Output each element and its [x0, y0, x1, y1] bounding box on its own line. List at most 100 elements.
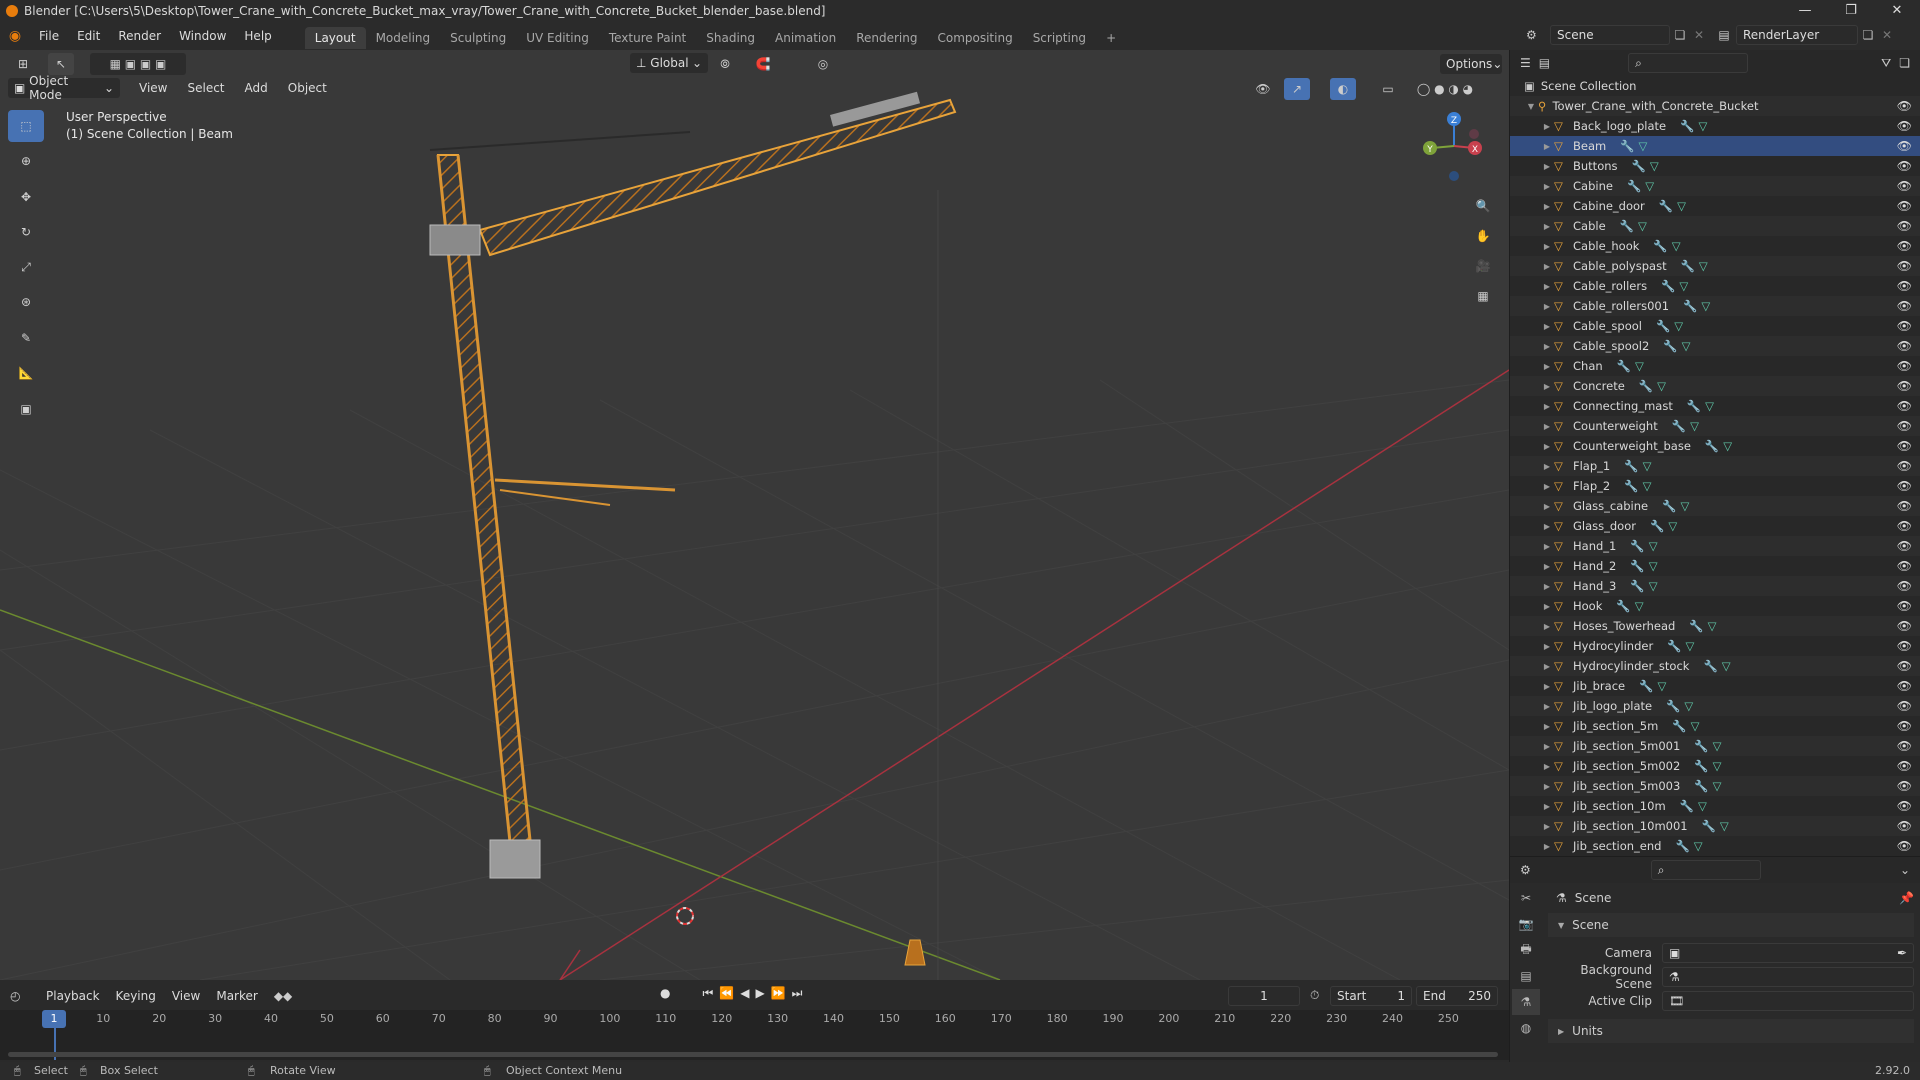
expand-arrow-icon[interactable]: ▶ — [1540, 242, 1554, 251]
add-cube-tool-icon[interactable]: ▣ — [8, 393, 44, 425]
modifier-icon[interactable]: 🔧 — [1639, 379, 1653, 393]
eye-icon[interactable]: 👁 — [1897, 439, 1912, 453]
outliner-object-row[interactable]: ▶ ▽ Cable_polyspast 🔧 ▽ 👁 — [1510, 256, 1920, 276]
mesh-data-icon[interactable]: ▽ — [1643, 459, 1652, 473]
eye-icon[interactable]: 👁 — [1897, 759, 1912, 773]
modifier-icon[interactable]: 🔧 — [1627, 179, 1641, 193]
mesh-data-icon[interactable]: ▽ — [1713, 759, 1722, 773]
mesh-data-icon[interactable]: ▽ — [1639, 139, 1648, 153]
expand-arrow-icon[interactable]: ▶ — [1540, 422, 1554, 431]
menu-edit[interactable]: Edit — [68, 22, 109, 50]
display-mode-icon[interactable]: ▤ — [1539, 56, 1550, 70]
modifier-icon[interactable]: 🔧 — [1675, 839, 1689, 853]
outliner-object-row[interactable]: ▶ ▽ Jib_section_10m001 🔧 ▽ 👁 — [1510, 816, 1920, 836]
modifier-icon[interactable]: 🔧 — [1694, 759, 1708, 773]
mesh-data-icon[interactable]: ▽ — [1643, 479, 1652, 493]
eye-icon[interactable]: 👁 — [1897, 739, 1912, 753]
modifier-icon[interactable]: 🔧 — [1653, 239, 1667, 253]
tab-texture-paint[interactable]: Texture Paint — [599, 27, 696, 49]
pin-icon[interactable]: 📌 — [1899, 891, 1914, 905]
menu-file[interactable]: File — [30, 22, 68, 50]
menu-window[interactable]: Window — [170, 22, 235, 50]
expand-arrow-icon[interactable]: ▶ — [1540, 162, 1554, 171]
modifier-icon[interactable]: 🔧 — [1666, 699, 1680, 713]
timeline-menu-view[interactable]: View — [166, 986, 206, 1006]
eye-icon[interactable]: 👁 — [1897, 199, 1912, 213]
eyedropper-icon[interactable]: ✒ — [1897, 946, 1907, 960]
expand-arrow-icon[interactable]: ▶ — [1540, 642, 1554, 651]
tool-tab-icon[interactable]: ✂ — [1512, 885, 1540, 911]
mesh-data-icon[interactable]: ▽ — [1650, 159, 1659, 173]
expand-arrow-icon[interactable]: ▶ — [1540, 762, 1554, 771]
modifier-icon[interactable]: 🔧 — [1663, 339, 1677, 353]
mesh-data-icon[interactable]: ▽ — [1713, 739, 1722, 753]
active-clip-field[interactable]: 🎞 — [1662, 991, 1914, 1011]
filter-icon[interactable]: ⛛ — [1881, 56, 1891, 71]
outliner-search-input[interactable]: ⌕ — [1628, 53, 1749, 73]
options-dropdown[interactable]: Options ⌄ — [1440, 54, 1502, 74]
expand-arrow-icon[interactable]: ▶ — [1540, 782, 1554, 791]
scene-tab-icon[interactable]: ⚗ — [1512, 989, 1540, 1015]
expand-arrow-icon[interactable]: ▶ — [1540, 562, 1554, 571]
timeline-track[interactable]: 1 10 20 30 40 50 60 70 80 90 100 110 120 130 140 150 16… — [0, 1010, 1509, 1060]
outliner-object-row[interactable]: ▶ ▽ Glass_door 🔧 ▽ 👁 — [1510, 516, 1920, 536]
view-layer-selector[interactable]: RenderLayer — [1736, 25, 1858, 45]
eye-icon[interactable]: 👁 — [1897, 579, 1912, 593]
outliner-object-row[interactable]: ▶ ▽ Chan 🔧 ▽ 👁 — [1510, 356, 1920, 376]
expand-arrow-icon[interactable]: ▶ — [1540, 742, 1554, 751]
modifier-icon[interactable]: 🔧 — [1616, 599, 1630, 613]
timeline-menu-marker[interactable]: Marker — [210, 986, 263, 1006]
tab-compositing[interactable]: Compositing — [927, 27, 1022, 49]
outliner-object-row[interactable]: ▶ ▽ Beam 🔧 ▽ 👁 — [1510, 136, 1920, 156]
modifier-icon[interactable]: 🔧 — [1620, 219, 1634, 233]
modifier-icon[interactable]: 🔧 — [1661, 279, 1675, 293]
modifier-icon[interactable]: 🔧 — [1680, 119, 1694, 133]
start-frame-field[interactable]: Start 1 — [1330, 986, 1412, 1006]
eye-icon[interactable]: 👁 — [1897, 159, 1912, 173]
viewport-menu-add[interactable]: Add — [236, 78, 277, 98]
eye-icon[interactable]: 👁 — [1897, 499, 1912, 513]
outliner-object-row[interactable]: ▶ ▽ Jib_section_5m 🔧 ▽ 👁 — [1510, 716, 1920, 736]
snap-icon[interactable]: 🧲 — [750, 53, 776, 75]
modifier-icon[interactable]: 🔧 — [1680, 799, 1694, 813]
modifier-icon[interactable]: 🔧 — [1683, 299, 1697, 313]
timeline-scrollbar[interactable] — [8, 1052, 1498, 1057]
outliner-object-row[interactable]: ▶ ▽ Hydrocylinder_stock 🔧 ▽ 👁 — [1510, 656, 1920, 676]
transform-tool-icon[interactable]: ⊛ — [8, 286, 44, 318]
modifier-icon[interactable]: 🔧 — [1672, 419, 1686, 433]
outliner-object-row[interactable]: ▶ ▽ Flap_2 🔧 ▽ 👁 — [1510, 476, 1920, 496]
record-icon[interactable]: ● — [660, 986, 670, 1001]
expand-arrow-icon[interactable]: ▶ — [1540, 442, 1554, 451]
mesh-data-icon[interactable]: ▽ — [1638, 219, 1647, 233]
modifier-icon[interactable]: 🔧 — [1702, 819, 1716, 833]
eye-icon[interactable]: 👁 — [1897, 419, 1912, 433]
eye-icon[interactable]: 👁 — [1897, 99, 1912, 113]
mesh-data-icon[interactable]: ▽ — [1690, 419, 1699, 433]
expand-arrow-icon[interactable]: ▶ — [1540, 522, 1554, 531]
zoom-view-icon[interactable]: 🔍 — [1470, 195, 1496, 217]
end-frame-field[interactable]: End 250 — [1416, 986, 1498, 1006]
expand-arrow-icon[interactable]: ▶ — [1540, 122, 1554, 131]
mesh-data-icon[interactable]: ▽ — [1699, 259, 1708, 273]
mesh-data-icon[interactable]: ▽ — [1682, 339, 1691, 353]
view-layer-icon[interactable]: ▤ — [1712, 28, 1736, 42]
modifier-icon[interactable]: 🔧 — [1630, 539, 1644, 553]
scene-collection-row[interactable]: ▣ Scene Collection — [1510, 76, 1920, 96]
eye-icon[interactable]: 👁 — [1897, 599, 1912, 613]
properties-search-input[interactable]: ⌕ — [1650, 860, 1761, 880]
measure-tool-icon[interactable]: 📐 — [8, 357, 44, 389]
play-icon[interactable]: ▶ — [755, 986, 764, 1001]
pivot-point-icon[interactable]: ⦾ — [712, 53, 738, 75]
blender-menu-icon[interactable]: ◉ — [0, 28, 30, 44]
outliner-object-row[interactable]: ▶ ▽ Hoses_Towerhead 🔧 ▽ 👁 — [1510, 616, 1920, 636]
eye-icon[interactable]: 👁 — [1897, 219, 1912, 233]
mesh-data-icon[interactable]: ▽ — [1720, 819, 1729, 833]
timeline-menu-playback[interactable]: Playback — [40, 986, 106, 1006]
modifier-icon[interactable]: 🔧 — [1667, 639, 1681, 653]
tab-sculpting[interactable]: Sculpting — [440, 27, 516, 49]
modifier-icon[interactable]: 🔧 — [1656, 319, 1670, 333]
eye-icon[interactable]: 👁 — [1897, 719, 1912, 733]
camera-view-icon[interactable]: 🎥 — [1470, 255, 1496, 277]
expand-arrow-icon[interactable]: ▶ — [1540, 182, 1554, 191]
properties-options-icon[interactable]: ⌄ — [1900, 863, 1910, 877]
